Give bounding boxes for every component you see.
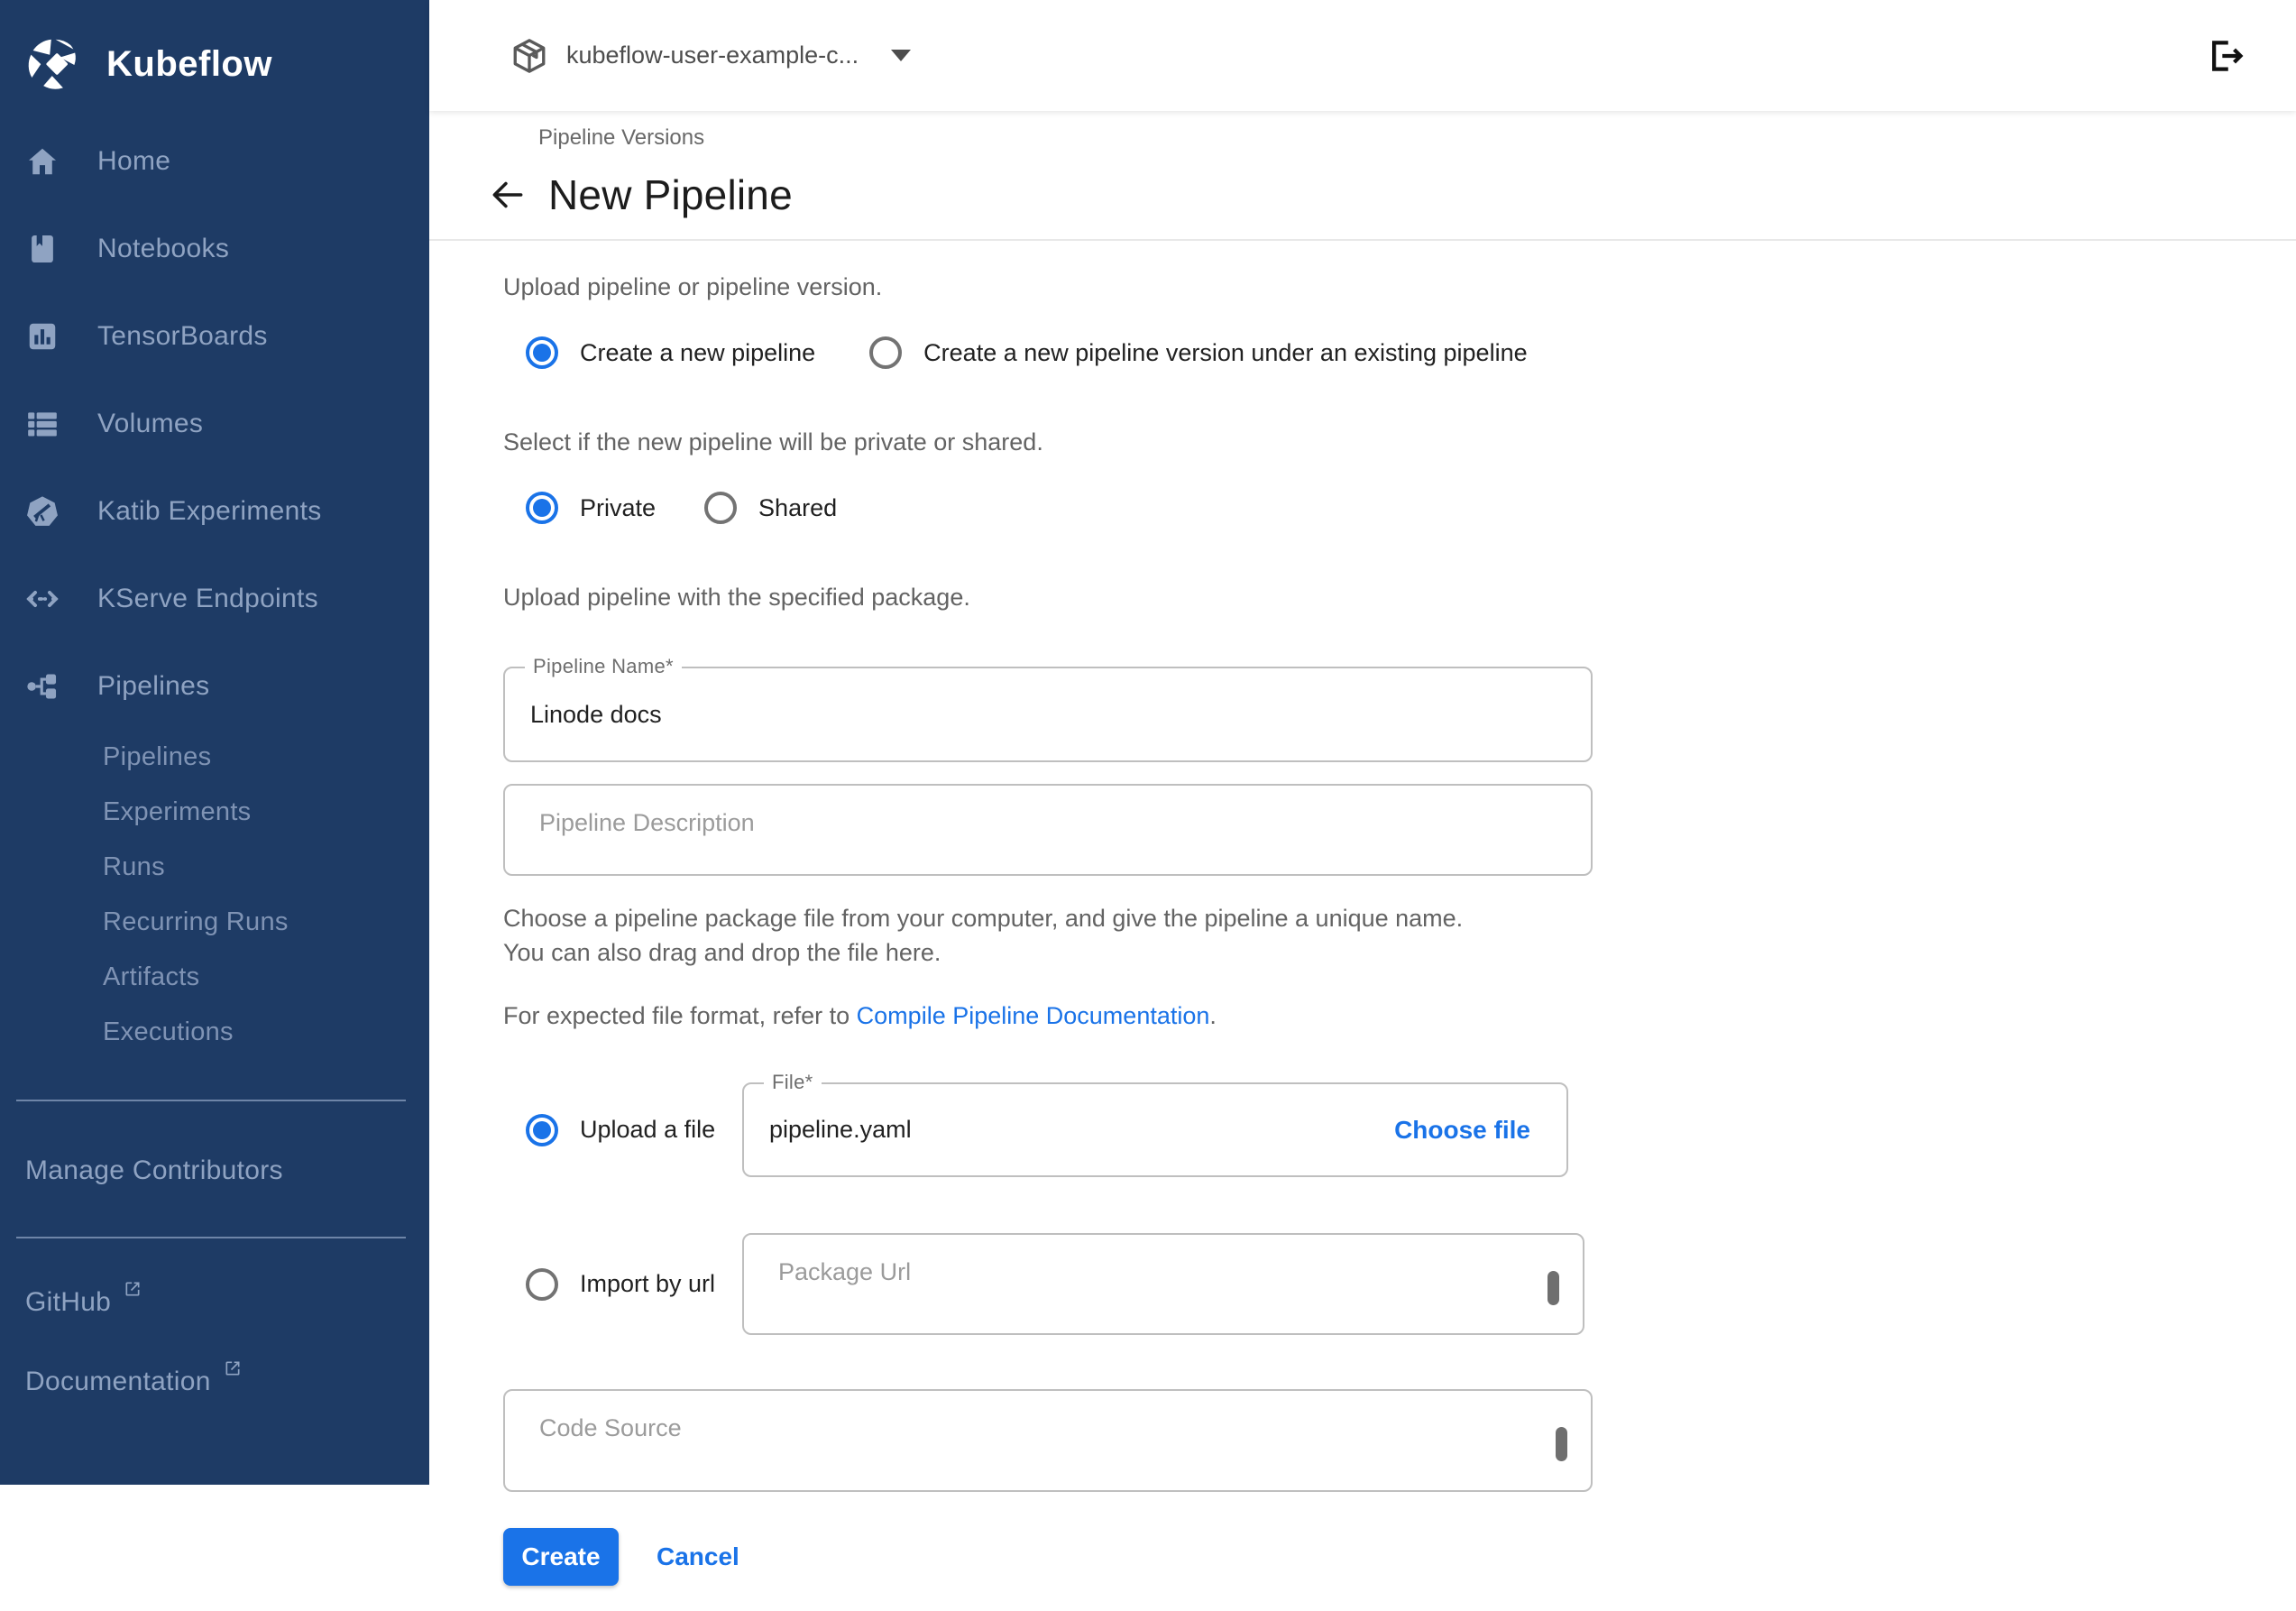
back-arrow-icon [487, 174, 528, 216]
format-help-suffix: . [1209, 1002, 1217, 1029]
format-help-prefix: For expected file format, refer to [503, 1002, 857, 1029]
sidebar-item-tensorboards[interactable]: TensorBoards [0, 292, 429, 380]
sidebar-item-label: Notebooks [97, 234, 229, 264]
sidebar-item-kserve-endpoints[interactable]: KServe Endpoints [0, 555, 429, 642]
sidebar-subitem-artifacts[interactable]: Artifacts [0, 950, 429, 1005]
page-header: Pipeline Versions New Pipeline [429, 111, 2296, 241]
radio-shared[interactable] [704, 492, 737, 524]
scrollbar-thumb[interactable] [1548, 1271, 1559, 1305]
back-button[interactable] [487, 174, 528, 216]
subitem-label: Pipelines [103, 742, 211, 772]
package-url-input[interactable] [744, 1235, 1583, 1333]
logo-text: Kubeflow [106, 44, 272, 85]
radio-import-by-url-label: Import by url [580, 1270, 715, 1298]
sidebar-subitem-experiments[interactable]: Experiments [0, 785, 429, 840]
external-link-icon [224, 1359, 242, 1377]
sidebar-item-label: TensorBoards [97, 321, 268, 352]
radio-create-new-pipeline-label: Create a new pipeline [580, 339, 815, 367]
create-button[interactable]: Create [503, 1528, 619, 1586]
home-icon [25, 144, 76, 179]
file-field-label: File* [764, 1071, 822, 1094]
pipeline-name-label: Pipeline Name* [525, 655, 682, 678]
visibility-label: Select if the new pipeline will be priva… [503, 425, 1629, 459]
file-field: File* Choose file [742, 1082, 1568, 1177]
sidebar-item-katib-experiments[interactable]: Katib Experiments [0, 467, 429, 555]
subitem-label: Executions [103, 1017, 234, 1047]
pipelines-icon [25, 669, 76, 704]
github-link[interactable]: GitHub [0, 1287, 429, 1318]
pipelines-subnav: Pipelines Experiments Runs Recurring Run… [0, 730, 429, 1060]
sidebar-subitem-runs[interactable]: Runs [0, 840, 429, 895]
help-text-line1: Choose a pipeline package file from your… [503, 901, 1629, 935]
radio-create-new-pipeline[interactable] [526, 336, 558, 369]
radio-shared-label: Shared [758, 494, 837, 522]
subitem-label: Runs [103, 852, 165, 882]
bar-chart-icon [25, 319, 76, 354]
package-url-field [742, 1233, 1584, 1335]
sidebar-item-pipelines[interactable]: Pipelines [0, 642, 429, 730]
pipeline-description-field [503, 784, 1593, 876]
radio-private-label: Private [580, 494, 656, 522]
sidebar-subitem-recurring-runs[interactable]: Recurring Runs [0, 895, 429, 950]
scrollbar-thumb[interactable] [1556, 1427, 1567, 1461]
github-link-label: GitHub [25, 1287, 111, 1318]
compile-pipeline-documentation-link[interactable]: Compile Pipeline Documentation [857, 1002, 1210, 1029]
radio-create-new-version[interactable] [869, 336, 902, 369]
sidebar-item-volumes[interactable]: Volumes [0, 380, 429, 467]
sidebar-item-label: Volumes [97, 409, 203, 439]
main-area: kubeflow-user-example-c... Pipeline Vers… [429, 0, 2296, 1485]
sidebar-item-label: Home [97, 146, 170, 177]
sidebar-item-notebooks[interactable]: Notebooks [0, 205, 429, 292]
cancel-button[interactable]: Cancel [657, 1542, 739, 1571]
pipeline-name-field: Pipeline Name* [503, 667, 1593, 762]
sidebar-subitem-pipelines[interactable]: Pipelines [0, 730, 429, 785]
namespace-name: kubeflow-user-example-c... [566, 41, 859, 69]
pipeline-name-input[interactable] [505, 668, 1591, 760]
radio-import-by-url[interactable] [526, 1268, 558, 1301]
pipeline-description-input[interactable] [505, 786, 1591, 874]
radio-private[interactable] [526, 492, 558, 524]
logout-button[interactable] [2206, 36, 2245, 76]
sidebar-subitem-executions[interactable]: Executions [0, 1005, 429, 1060]
sidebar-item-home[interactable]: Home [0, 117, 429, 205]
code-source-input[interactable] [505, 1391, 1591, 1490]
file-name-input[interactable] [744, 1084, 1376, 1175]
notebook-icon [25, 232, 76, 266]
documentation-link[interactable]: Documentation [0, 1367, 429, 1397]
radio-create-new-version-label: Create a new pipeline version under an e… [923, 339, 1527, 367]
chevron-down-icon [891, 50, 911, 61]
format-help-line: For expected file format, refer to Compi… [503, 1002, 1629, 1030]
package-label: Upload pipeline with the specified packa… [503, 580, 1629, 614]
kubeflow-logo[interactable]: Kubeflow [0, 0, 429, 117]
top-bar: kubeflow-user-example-c... [429, 0, 2296, 111]
new-pipeline-form: Upload pipeline or pipeline version. Cre… [429, 241, 1629, 1611]
manage-contributors-link[interactable]: Manage Contributors [0, 1101, 429, 1186]
subitem-label: Recurring Runs [103, 907, 289, 937]
page-title: New Pipeline [548, 170, 793, 219]
katib-icon [25, 494, 76, 529]
code-source-field [503, 1389, 1593, 1492]
namespace-selector[interactable]: kubeflow-user-example-c... [510, 37, 911, 75]
subitem-label: Experiments [103, 797, 251, 827]
external-link-icon [124, 1280, 142, 1298]
sidebar-item-label: KServe Endpoints [97, 584, 318, 614]
volumes-icon [25, 407, 76, 441]
upload-type-label: Upload pipeline or pipeline version. [503, 270, 1629, 304]
kubeflow-logo-icon [25, 35, 83, 93]
documentation-link-label: Documentation [25, 1367, 211, 1397]
radio-upload-a-file-label: Upload a file [580, 1116, 715, 1144]
choose-file-button[interactable]: Choose file [1376, 1116, 1566, 1145]
code-arrows-icon [25, 582, 76, 616]
help-text-line2: You can also drag and drop the file here… [503, 935, 1629, 970]
sidebar-divider [16, 1237, 406, 1238]
sidebar-item-label: Pipelines [97, 671, 209, 702]
sidebar: Kubeflow Home Notebooks TensorBoards Vol… [0, 0, 429, 1485]
radio-upload-a-file[interactable] [526, 1114, 558, 1146]
logout-icon [2206, 36, 2245, 76]
subitem-label: Artifacts [103, 962, 199, 992]
package-icon [510, 37, 548, 75]
sidebar-item-label: Katib Experiments [97, 496, 322, 527]
breadcrumb: Pipeline Versions [538, 125, 2296, 151]
